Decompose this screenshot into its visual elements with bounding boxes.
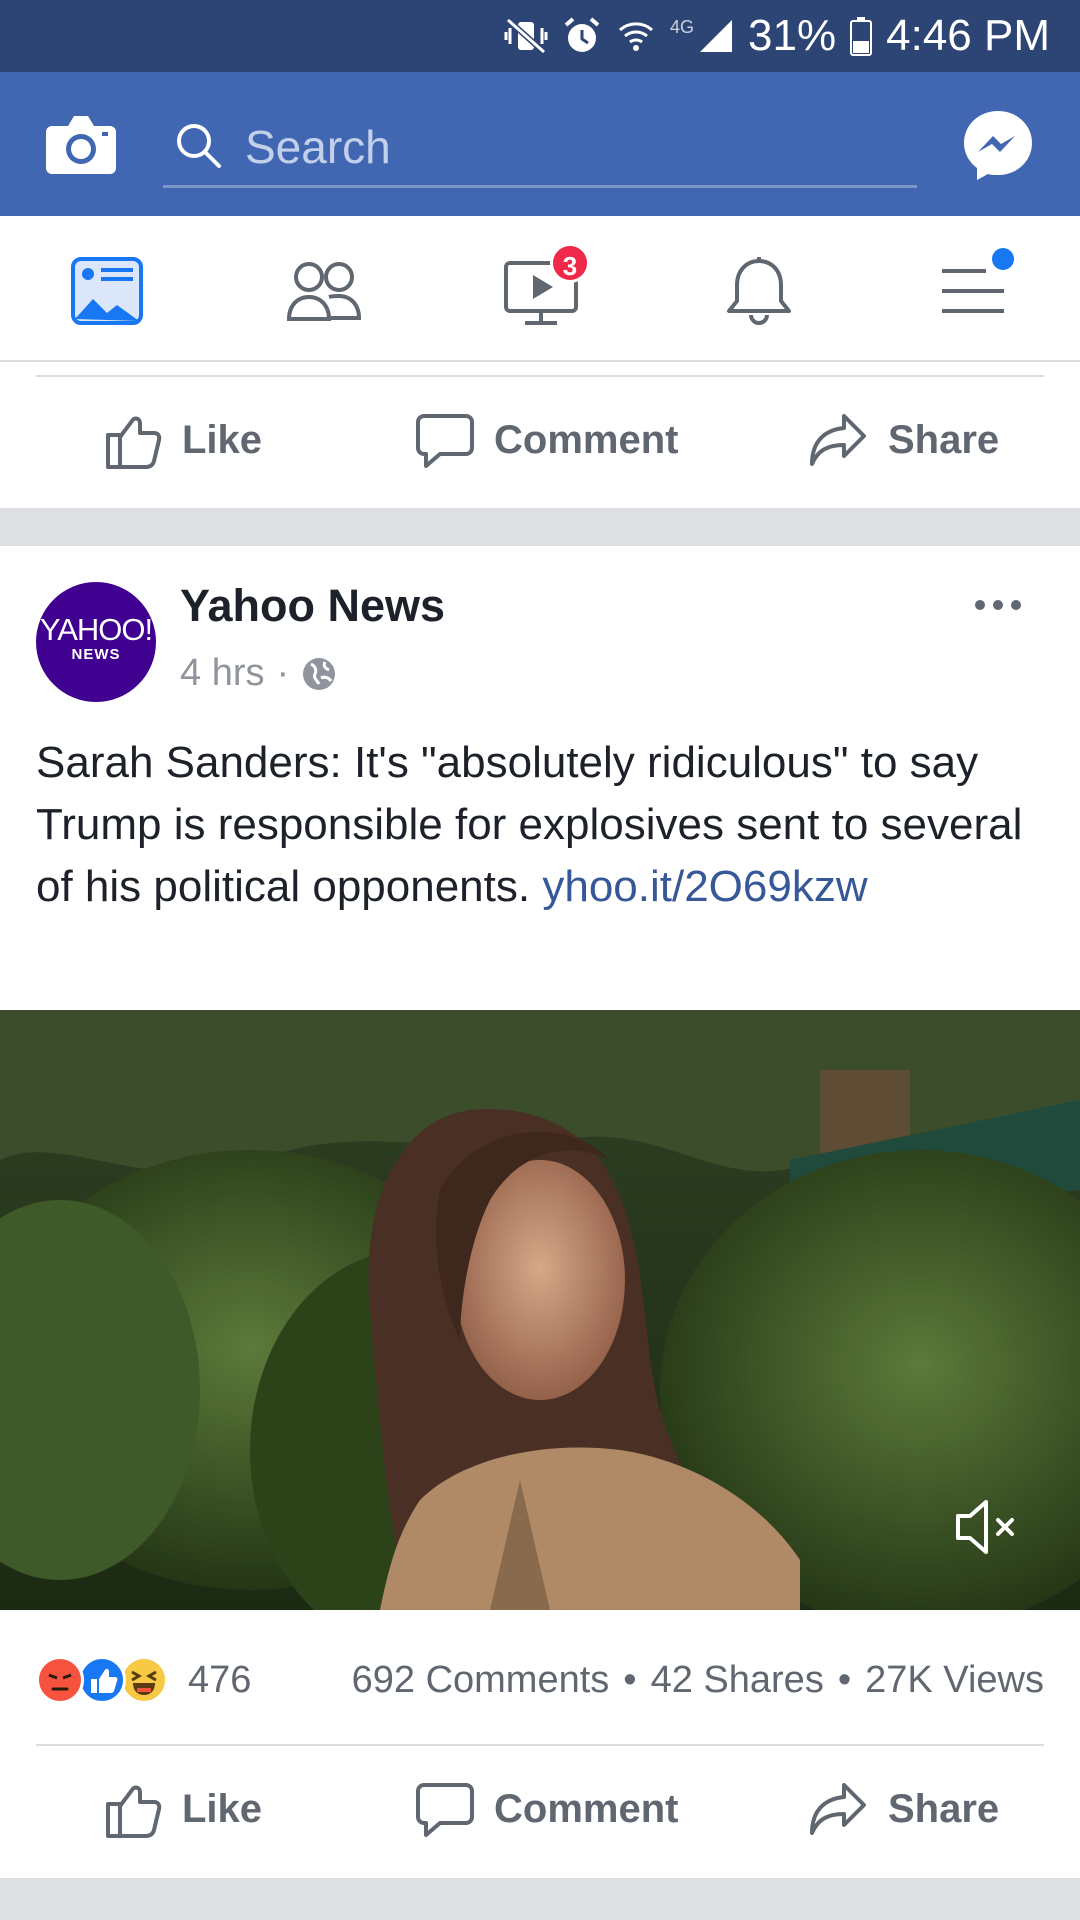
more-dot-icon [993,600,1003,610]
yahoo-logo-sub: NEWS [71,646,121,663]
signal-icon [700,20,733,52]
post-meta: 4 hrs · [180,652,337,695]
feed-separator [0,508,1080,546]
tab-friends[interactable] [279,246,369,336]
share-label: Share [888,417,1000,462]
alarm-icon [564,17,600,52]
shares-count[interactable]: 42 Shares [651,1656,824,1704]
meta-separator: · [276,652,290,694]
comment-button[interactable]: Comment [416,405,678,475]
app-header [0,72,1080,216]
post-action-bar: Like Comment Share [0,1744,1080,1872]
tab-notifications[interactable] [714,246,804,336]
post-options-button[interactable] [968,590,1028,620]
post-link[interactable]: yhoo.it/2O69kzw [542,862,867,911]
camera-icon [46,116,116,174]
share-button[interactable]: Share [808,405,999,475]
search-input[interactable] [245,114,885,180]
menu-icon [942,269,1004,313]
reactions-summary[interactable]: 476 [36,1656,251,1704]
watch-badge: 3 [550,243,590,283]
post-text: Sarah Sanders: It's "absolutely ridiculo… [36,732,1056,918]
page-name[interactable]: Yahoo News [180,580,445,632]
share-label: Share [888,1786,1000,1831]
battery-percent: 31% [748,11,837,60]
views-count: 27K Views [865,1659,1044,1701]
post-header: YAHOO! NEWS Yahoo News 4 hrs · [0,546,1080,726]
messenger-button[interactable] [960,107,1036,183]
nav-tabs: 3 [0,216,1080,362]
more-dot-icon [1011,600,1021,610]
angry-reaction-icon [36,1656,84,1704]
post-body: Sarah Sanders: It's "absolutely ridiculo… [36,738,1023,911]
like-button[interactable]: Like [104,405,262,475]
previous-post-action-bar: Like Comment Share [0,375,1080,503]
news-feed-icon [71,257,143,325]
thumbs-up-icon [106,416,162,469]
page-avatar[interactable]: YAHOO! NEWS [36,582,156,702]
divider [36,1744,1044,1746]
comment-label: Comment [494,1786,679,1831]
stats-separator: • [837,1659,852,1701]
like-label: Like [182,1786,263,1831]
yahoo-logo: YAHOO! [39,612,153,647]
comment-label: Comment [494,417,679,462]
tab-news-feed[interactable] [62,246,152,336]
friends-icon [286,262,362,321]
unmute-button[interactable] [952,1492,1022,1562]
share-icon [810,414,866,466]
muted-speaker-icon [956,1500,1014,1554]
comment-button[interactable]: Comment [416,1774,678,1844]
search-icon [177,124,221,168]
engagement-stats: 692 Comments • 42 Shares • 27K Views [352,1656,1044,1704]
messenger-icon [964,111,1032,180]
vibrate-mute-icon [504,17,548,55]
network-type: 4G [670,16,695,37]
menu-notification-dot [992,248,1014,270]
comments-count[interactable]: 692 Comments [352,1656,610,1704]
bell-icon [727,257,791,325]
reaction-count: 476 [188,1658,252,1701]
thumbs-up-icon [106,1785,162,1838]
post-stats: 476 692 Comments • 42 Shares • 27K Views [0,1610,1080,1740]
comment-icon [416,1783,474,1837]
post-time[interactable]: 4 hrs [180,652,264,695]
video-player[interactable] [0,1010,1080,1610]
status-icons: 4G 31% 4:46 PM [504,10,1050,62]
search-bar[interactable] [163,108,917,188]
feed-separator [0,1878,1080,1920]
share-icon [810,1783,866,1835]
camera-button[interactable] [44,112,118,176]
comment-icon [416,414,474,468]
more-dot-icon [975,600,985,610]
like-button[interactable]: Like [104,1774,262,1844]
battery-icon [850,17,873,56]
status-bar: 4G 31% 4:46 PM [0,0,1080,72]
like-label: Like [182,417,263,462]
like-reaction-icon [78,1656,126,1704]
share-button[interactable]: Share [808,1774,999,1844]
clock: 4:46 PM [886,11,1050,60]
wifi-icon [619,22,654,51]
stats-separator: • [623,1659,637,1701]
video-frame [0,1010,1080,1610]
haha-reaction-icon [120,1656,168,1704]
globe-icon [303,657,336,690]
divider [36,375,1044,377]
